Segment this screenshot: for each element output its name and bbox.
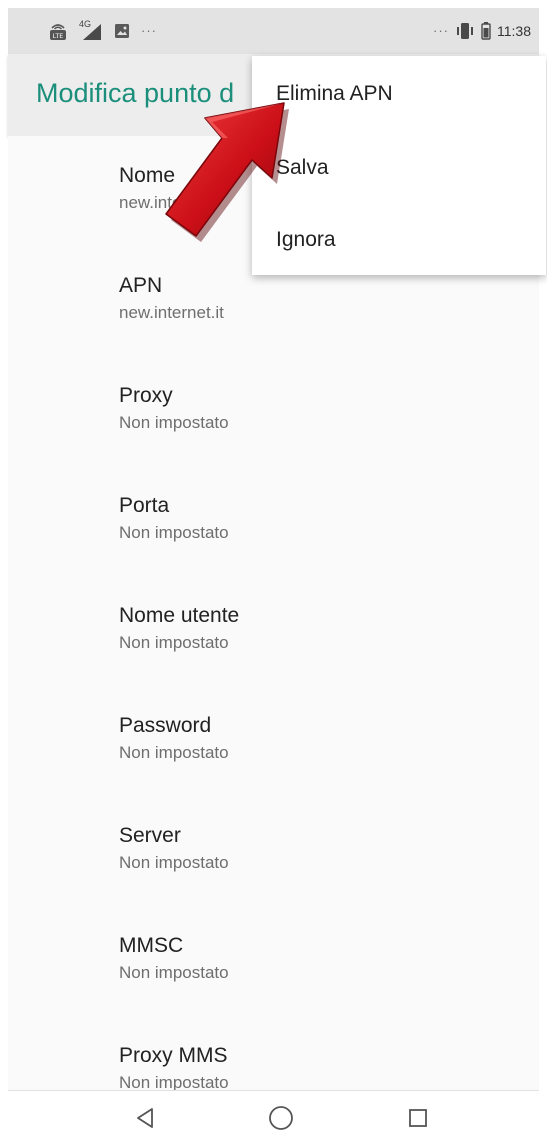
- signal-4g-icon: 4G: [79, 19, 103, 41]
- pref-title: Server: [119, 824, 181, 847]
- pref-item-password[interactable]: Password Non impostato: [119, 713, 229, 764]
- pref-title: Proxy MMS: [119, 1044, 228, 1067]
- pref-title: Nome: [119, 164, 176, 187]
- pref-item-mmsc[interactable]: MMSC Non impostato: [119, 933, 229, 984]
- vibrate-icon: [457, 23, 473, 39]
- pref-title: MMSC: [119, 934, 184, 957]
- pref-summary: new.internet: [119, 193, 211, 212]
- pref-summary: Non impostato: [119, 853, 229, 872]
- apn-preference-list[interactable]: Nome new.internet APN new.internet.it Pr…: [8, 136, 539, 1090]
- more-status-indicator: ···: [433, 23, 449, 38]
- pref-summary: Non impostato: [119, 523, 229, 542]
- image-notification-icon: [115, 24, 129, 38]
- pref-item-proxy[interactable]: Proxy Non impostato: [119, 383, 229, 434]
- overflow-menu: Elimina APN Salva Ignora: [252, 56, 546, 275]
- volte-icon: LTE: [50, 24, 66, 40]
- battery-icon: [481, 22, 491, 40]
- pref-summary: Non impostato: [119, 633, 229, 652]
- pref-item-apn[interactable]: APN new.internet.it: [119, 273, 224, 324]
- pref-summary: new.internet.it: [119, 303, 224, 322]
- more-notifications-indicator: ···: [141, 23, 157, 38]
- screen: LTE 4G ··· ··· 11:38 Modifica punto d No…: [0, 0, 547, 1142]
- pref-title: Porta: [119, 494, 170, 517]
- pref-title: Password: [119, 714, 212, 737]
- pref-item-porta[interactable]: Porta Non impostato: [119, 493, 229, 544]
- menu-item-elimina-apn[interactable]: Elimina APN: [276, 80, 393, 108]
- status-time: 11:38: [497, 23, 531, 39]
- pref-item-nome-utente[interactable]: Nome utente Non impostato: [119, 603, 239, 654]
- menu-item-salva[interactable]: Salva: [276, 154, 329, 182]
- page-title: Modifica punto d: [36, 78, 235, 108]
- status-right-icons: ··· 11:38: [433, 21, 531, 41]
- pref-title: Proxy: [119, 384, 173, 407]
- pref-title: APN: [119, 274, 163, 297]
- pref-item-nome[interactable]: Nome new.internet: [119, 163, 211, 214]
- home-circle-icon[interactable]: [266, 1103, 296, 1133]
- network-type-label: 4G: [79, 19, 92, 29]
- status-bar: LTE 4G ··· ··· 11:38: [8, 8, 539, 54]
- svg-text:LTE: LTE: [53, 32, 64, 40]
- back-triangle-icon[interactable]: [130, 1103, 160, 1133]
- pref-summary: Non impostato: [119, 413, 229, 432]
- pref-title: Nome utente: [119, 604, 240, 627]
- pref-item-server[interactable]: Server Non impostato: [119, 823, 229, 874]
- pref-summary: Non impostato: [119, 743, 229, 762]
- pref-item-proxy-mms[interactable]: Proxy MMS Non impostato: [119, 1043, 229, 1090]
- status-left-icons: LTE 4G ···: [48, 19, 157, 41]
- pref-summary: Non impostato: [119, 1073, 229, 1090]
- menu-item-ignora[interactable]: Ignora: [276, 226, 336, 254]
- pref-summary: Non impostato: [119, 963, 229, 982]
- navigation-bar: [8, 1090, 539, 1142]
- recents-square-icon[interactable]: [403, 1103, 433, 1133]
